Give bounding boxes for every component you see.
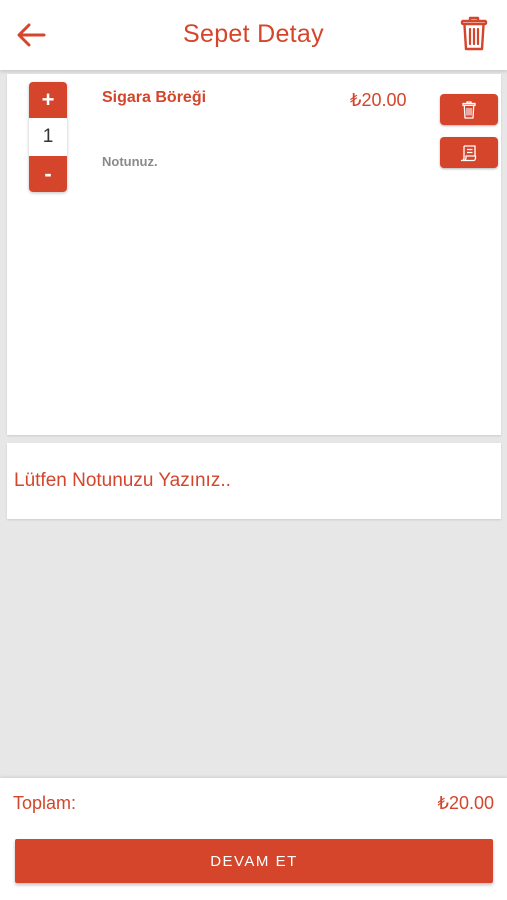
total-value: ₺20.00 xyxy=(437,793,495,813)
quantity-value: 1 xyxy=(42,126,54,147)
order-note-placeholder: Lütfen Notunuzu Yazınız.. xyxy=(14,470,231,491)
item-note: Notunuz. xyxy=(102,154,158,169)
receipt-icon xyxy=(460,144,477,161)
item-name: Sigara Böreği xyxy=(102,89,207,106)
continue-button[interactable]: DEVAM ET xyxy=(15,839,493,883)
add-note-button[interactable] xyxy=(440,137,498,168)
total-label: Toplam: xyxy=(13,793,77,813)
clear-cart-button[interactable] xyxy=(457,14,491,54)
delete-item-button[interactable] xyxy=(440,94,498,125)
app-header: Sepet Detay xyxy=(0,0,507,70)
order-note-input[interactable]: Lütfen Notunuzu Yazınız.. xyxy=(7,443,501,519)
page-title: Sepet Detay xyxy=(183,20,324,48)
trash-icon xyxy=(462,100,476,119)
increment-button[interactable]: + xyxy=(29,82,67,118)
trash-icon xyxy=(460,16,488,51)
checkout-footer: Toplam: ₺20.00 DEVAM ET xyxy=(0,778,507,900)
quantity-stepper: + 1 - xyxy=(29,82,67,192)
item-price: ₺20.00 xyxy=(350,90,407,110)
decrement-button[interactable]: - xyxy=(29,156,67,192)
cart-item-card: + 1 - Sigara Böreği ₺20.00 Notunuz. xyxy=(7,74,501,435)
